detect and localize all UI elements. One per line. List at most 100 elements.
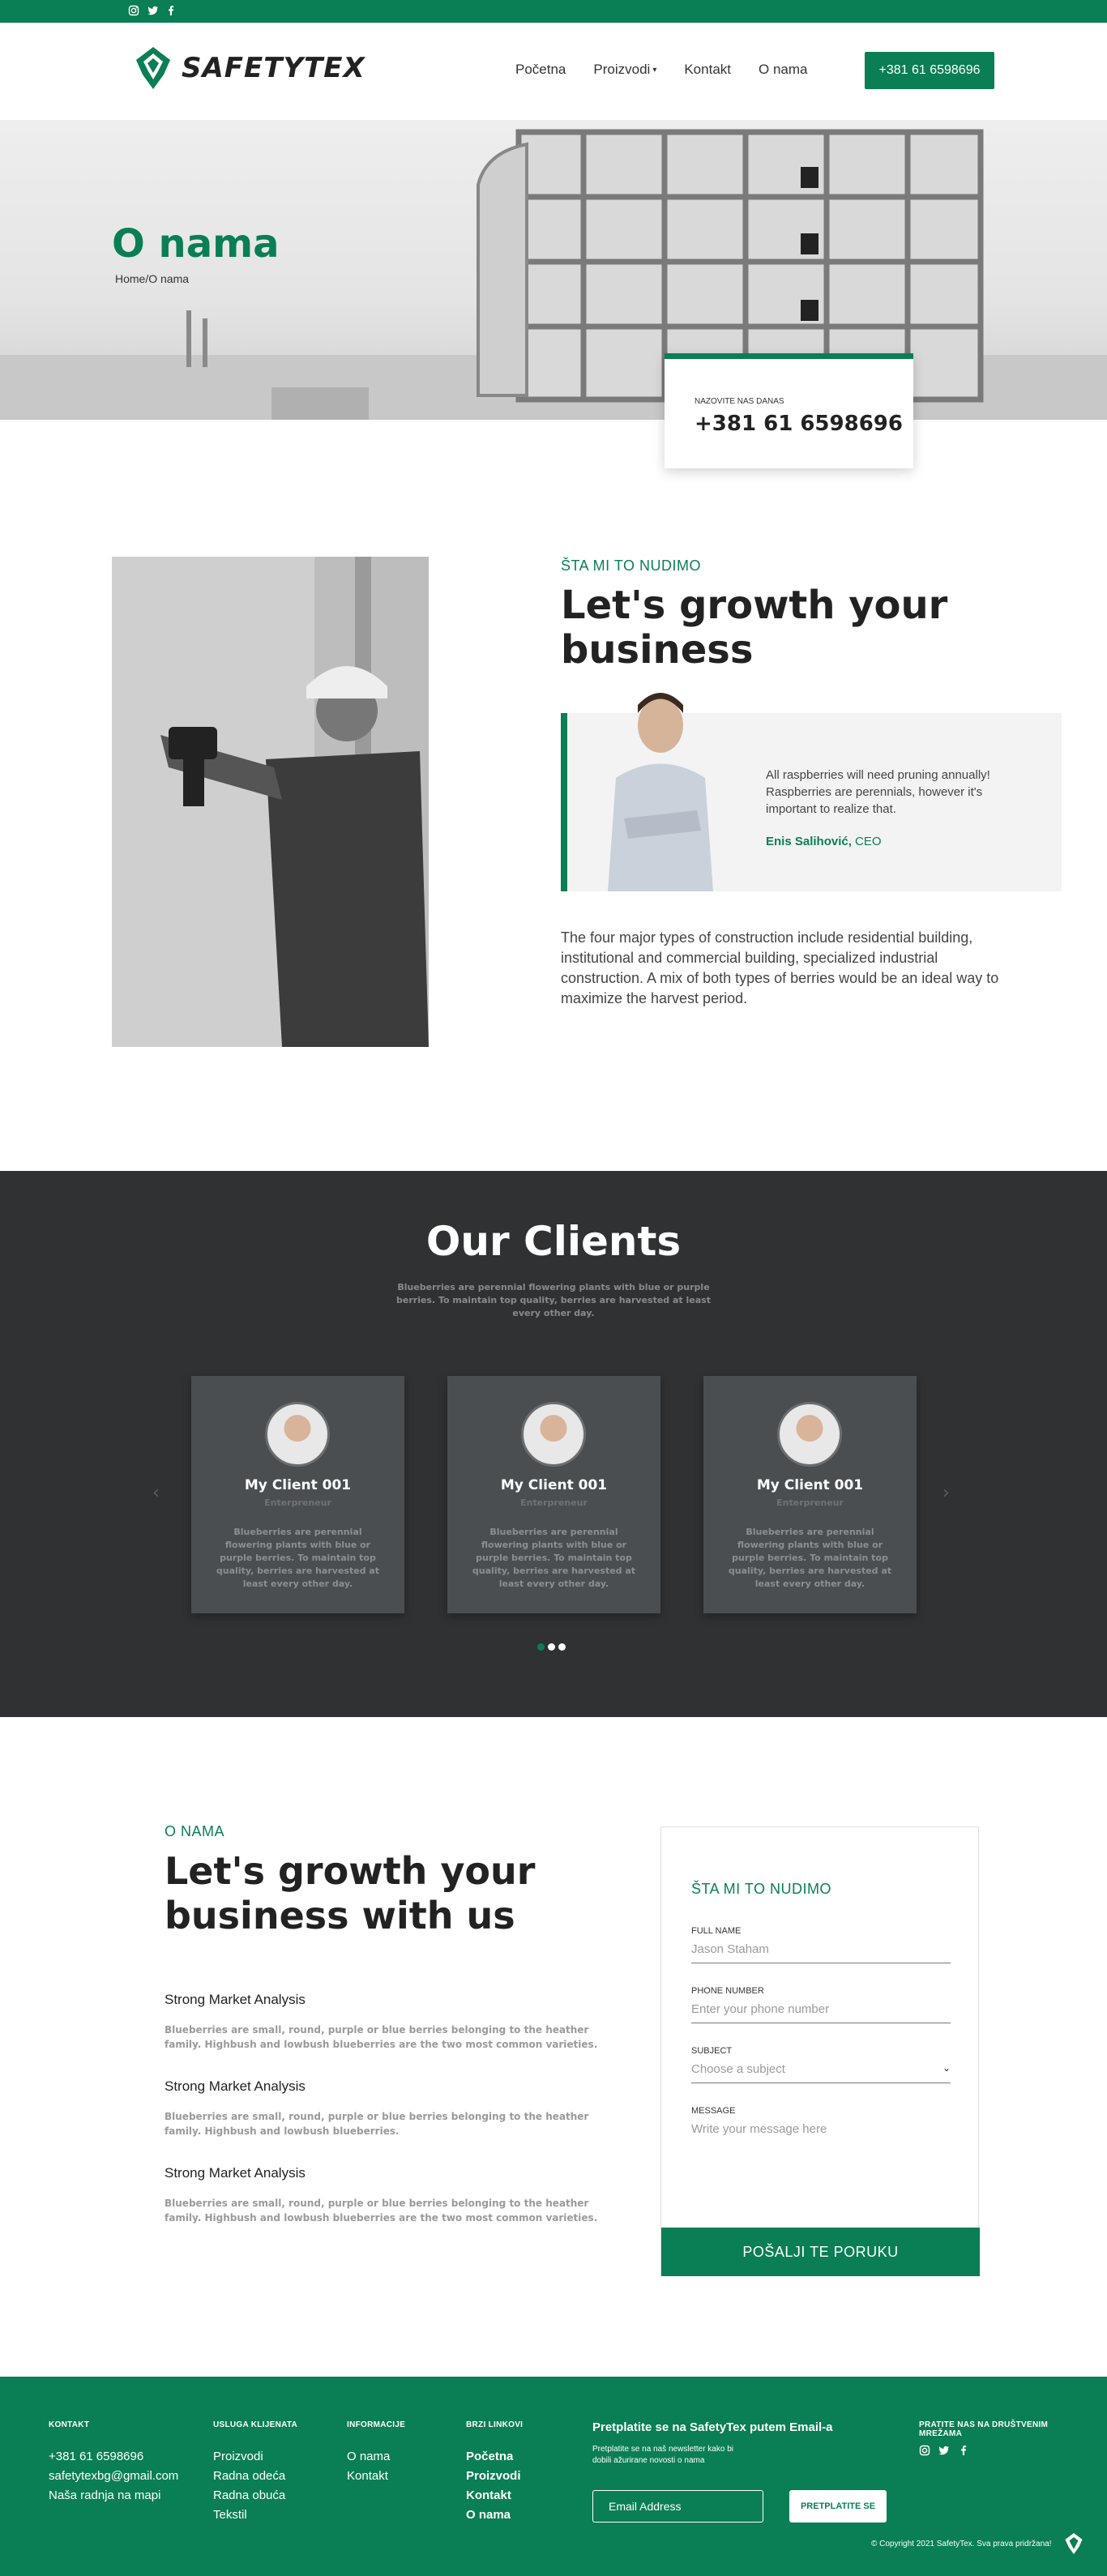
message-textarea[interactable]: Write your message here: [691, 2122, 951, 2142]
carousel-dot[interactable]: [548, 1643, 555, 1651]
footer-link[interactable]: Proizvodi: [466, 2467, 523, 2486]
full-name-input[interactable]: Jason Staham: [691, 1942, 951, 1963]
ceo-photo: [608, 693, 713, 891]
call-us-card: NAZOVITE NAS DANAS +381 61 6598696: [665, 353, 913, 468]
copyright: © Copyright 2021 SafetyTex. Sva prava pr…: [871, 2540, 1052, 2548]
message-field[interactable]: MESSAGE Write your message here: [691, 2106, 951, 2142]
facebook-icon[interactable]: [165, 5, 177, 18]
feature-title: Strong Market Analysis: [165, 1992, 306, 2007]
nav-item-kontakt[interactable]: Kontakt: [684, 62, 731, 78]
client-name: My Client 001: [244, 1477, 352, 1493]
form-eyebrow: ŠTA MI TO NUDIMO: [691, 1881, 832, 1897]
carousel-dots: [537, 1643, 566, 1651]
full-name-label: FULL NAME: [691, 1926, 742, 1936]
footer-link[interactable]: Kontakt: [466, 2486, 523, 2506]
footer-link[interactable]: Tekstil: [213, 2506, 297, 2525]
footer-email[interactable]: safetytexbg@gmail.com: [49, 2467, 178, 2486]
subject-select[interactable]: Choose a subject ⌄: [691, 2062, 951, 2083]
carousel-next-icon[interactable]: ›: [942, 1483, 950, 1503]
instagram-icon[interactable]: [127, 5, 140, 18]
newsletter-subscribe-button[interactable]: PRETPLATITE SE: [789, 2490, 887, 2523]
about-title: Let's growth your business: [561, 583, 948, 673]
clients-subtitle: Blueberries are perennial flowering plan…: [396, 1282, 711, 1318]
feature-text: Blueberries are small, round, purple or …: [165, 2198, 598, 2224]
facebook-icon[interactable]: [958, 2445, 969, 2460]
client-avatar: [777, 1402, 842, 1467]
footer-link[interactable]: Kontakt: [347, 2467, 405, 2486]
client-card: My Client 001 Enterpreneur Blueberries a…: [447, 1376, 660, 1613]
footer-map-link[interactable]: Naša radnja na mapi: [49, 2486, 178, 2506]
footer-link[interactable]: Radna odeća: [213, 2467, 297, 2486]
header-phone-button[interactable]: +381 61 6598696: [865, 52, 994, 89]
feature-text: Blueberries are small, round, purple or …: [165, 2024, 598, 2050]
footer-social: PRATITE NAS NA DRUŠTVENIM MREŽAMA: [919, 2420, 1057, 2460]
footer-heading: BRZI LINKOVI: [466, 2420, 524, 2429]
footer-link[interactable]: O nama: [347, 2447, 405, 2467]
client-avatar: [521, 1402, 586, 1467]
top-bar: [0, 0, 1107, 23]
feature-title: Strong Market Analysis: [165, 2078, 306, 2094]
main-nav: Početna Proizvodi ▾ Kontakt O nama: [515, 62, 835, 78]
newsletter-text: Pretplatite se na naš newsletter kako bi…: [592, 2445, 733, 2465]
chevron-down-icon: ⌄: [942, 2062, 951, 2074]
call-us-number[interactable]: +381 61 6598696: [695, 412, 903, 436]
hero-building-image: [0, 129, 1107, 420]
logo-mark-icon: [136, 47, 170, 89]
quote-text: All raspberries will need pruning annual…: [766, 768, 990, 816]
footer-heading: PRATITE NAS NA DRUŠTVENIM MREŽAMA: [919, 2420, 1049, 2438]
logo[interactable]: SAFETYTEX: [133, 45, 365, 91]
footer-col-brzi-linkovi: BRZI LINKOVI Početna Proizvodi Kontakt O…: [466, 2420, 523, 2525]
client-description: Blueberries are perennial flowering plan…: [216, 1527, 380, 1589]
feature-item: Strong Market Analysis Blueberries are s…: [165, 1992, 602, 2052]
client-card: My Client 001 Enterpreneur Blueberries a…: [191, 1376, 404, 1613]
carousel-prev-icon[interactable]: ‹: [152, 1483, 160, 1503]
client-role: Enterpreneur: [264, 1497, 331, 1508]
worker-drilling-image: [112, 557, 429, 1047]
site-footer: KONTAKT +381 61 6598696 safetytexbg@gmai…: [0, 2377, 1107, 2576]
footer-link[interactable]: O nama: [466, 2506, 523, 2525]
subject-select-value: Choose a subject: [691, 2062, 785, 2076]
about-eyebrow: ŠTA MI TO NUDIMO: [561, 557, 702, 574]
nav-item-o-nama[interactable]: O nama: [759, 62, 807, 78]
client-role: Enterpreneur: [776, 1497, 844, 1508]
twitter-icon[interactable]: [147, 5, 160, 18]
client-description: Blueberries are perennial flowering plan…: [472, 1527, 636, 1589]
clients-section: Our Clients Blueberries are perennial fl…: [0, 1171, 1107, 1717]
about-paragraph: The four major types of construction inc…: [561, 929, 999, 1006]
quote-author-role: CEO: [855, 835, 882, 848]
feature-title: Strong Market Analysis: [165, 2165, 306, 2181]
twitter-icon[interactable]: [938, 2445, 950, 2460]
carousel-dot[interactable]: [558, 1643, 566, 1651]
call-us-label: NAZOVITE NAS DANAS: [695, 397, 784, 406]
client-name: My Client 001: [500, 1477, 608, 1493]
clients-title: Our Clients: [425, 1218, 682, 1265]
quote-author: Enis Salihović, CEO: [766, 835, 882, 848]
newsletter-email-input[interactable]: Email Address: [592, 2490, 763, 2523]
footer-link[interactable]: Proizvodi: [213, 2447, 297, 2467]
footer-heading: USLUGA KLIJENATA: [213, 2420, 298, 2429]
footer-col-kontakt: KONTAKT +381 61 6598696 safetytexbg@gmai…: [49, 2420, 178, 2506]
submit-button[interactable]: POŠALJI TE PORUKU: [661, 2228, 980, 2276]
phone-field[interactable]: PHONE NUMBER Enter your phone number: [691, 1986, 951, 2023]
feature-text: Blueberries are small, round, purple or …: [165, 2111, 589, 2137]
newsletter-title: Pretplatite se na SafetyTex putem Email-…: [592, 2420, 833, 2434]
instagram-icon[interactable]: [919, 2445, 930, 2460]
breadcrumb: Home/O nama: [115, 272, 190, 285]
logo-text: SAFETYTEX: [182, 52, 365, 84]
chevron-down-icon: ▾: [652, 65, 657, 75]
carousel-dot[interactable]: [537, 1643, 545, 1651]
full-name-field[interactable]: FULL NAME Jason Staham: [691, 1926, 951, 1963]
nav-item-proizvodi[interactable]: Proizvodi ▾: [593, 62, 656, 78]
footer-link[interactable]: Početna: [466, 2447, 523, 2467]
footer-phone[interactable]: +381 61 6598696: [49, 2447, 178, 2467]
footer-link[interactable]: Radna obuća: [213, 2486, 297, 2506]
footer-logo-icon: [1065, 2533, 1083, 2554]
footer-col-usluga: USLUGA KLIJENATA Proizvodi Radna odeća R…: [213, 2420, 297, 2525]
client-role: Enterpreneur: [520, 1497, 588, 1508]
footer-heading: INFORMACIJE: [347, 2420, 406, 2429]
subject-field[interactable]: SUBJECT Choose a subject ⌄: [691, 2046, 951, 2083]
nav-item-pocetna[interactable]: Početna: [515, 62, 566, 78]
feature-item: Strong Market Analysis Blueberries are s…: [165, 2078, 602, 2138]
site-header: SAFETYTEX Početna Proizvodi ▾ Kontakt O …: [0, 23, 1107, 120]
phone-input[interactable]: Enter your phone number: [691, 2002, 951, 2023]
